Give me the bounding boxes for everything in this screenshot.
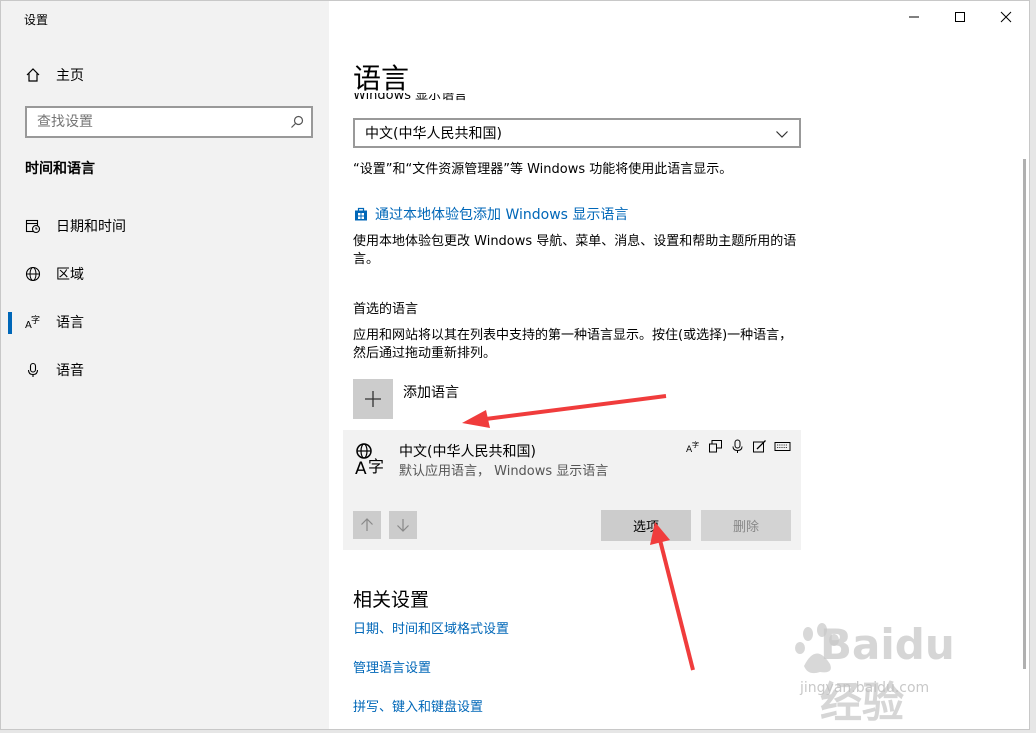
svg-text:字: 字 xyxy=(31,314,40,326)
store-icon xyxy=(355,207,367,221)
sidebar-item-speech[interactable]: 语音 xyxy=(1,350,329,390)
add-language-button[interactable]: 添加语言 xyxy=(353,379,459,419)
language-icon: A 字 xyxy=(25,314,40,330)
sidebar-home[interactable]: 主页 xyxy=(25,65,84,85)
sidebar-item-language[interactable]: A 字 语言 xyxy=(1,302,329,342)
sidebar-item-date-time[interactable]: 日期和时间 xyxy=(1,206,329,246)
display-language-select[interactable]: 中文(中华人民共和国) xyxy=(353,118,801,148)
sidebar-item-label: 语言 xyxy=(56,315,84,331)
page-title: 语言 xyxy=(353,62,410,95)
arrow-up-icon xyxy=(361,518,373,531)
preferred-languages-heading: 首选的语言 xyxy=(353,302,419,317)
speech-feature-icon xyxy=(732,439,743,453)
display-language-feature-icon: A 字 xyxy=(686,440,699,454)
close-button[interactable] xyxy=(983,1,1029,33)
text-to-speech-feature-icon xyxy=(709,440,722,453)
sidebar-item-label: 语音 xyxy=(56,363,84,379)
display-language-value: 中文(中华人民共和国) xyxy=(365,126,502,142)
related-link-date-time-region[interactable]: 日期、时间和区域格式设置 xyxy=(353,618,509,637)
search-icon[interactable] xyxy=(289,114,305,130)
preferred-languages-description: 应用和网站将以其在列表中支持的第一种语言显示。按住(或选择)一种语言，然后通过拖… xyxy=(353,328,793,361)
options-button[interactable]: 选项 xyxy=(601,510,691,541)
move-down-button[interactable] xyxy=(389,511,417,539)
language-card[interactable]: A 字 中文(中华人民共和国) 默认应用语言， Windows 显示语言 A 字 xyxy=(343,430,801,550)
local-experience-description: 使用本地体验包更改 Windows 导航、菜单、消息、设置和帮助主题所用的语言。 xyxy=(353,234,797,267)
language-name: 中文(中华人民共和国) xyxy=(399,444,536,460)
microphone-icon xyxy=(27,362,39,377)
minimize-button[interactable] xyxy=(891,1,937,33)
sidebar-item-label: 日期和时间 xyxy=(56,219,126,235)
arrow-down-icon xyxy=(397,519,409,532)
maximize-button[interactable] xyxy=(937,1,983,33)
svg-text:A: A xyxy=(355,459,367,476)
app-title: 设置 xyxy=(24,13,49,27)
move-up-button[interactable] xyxy=(353,511,381,539)
keyboard-feature-icon xyxy=(774,442,791,451)
home-icon xyxy=(26,68,40,82)
display-language-label: Windows 显示语言 xyxy=(353,93,468,103)
sidebar: 设置 主页 时间和语言 日期和时间 xyxy=(1,1,329,729)
globe-icon xyxy=(25,266,41,282)
window-controls xyxy=(891,1,1029,33)
sidebar-home-label: 主页 xyxy=(56,68,84,84)
watermark-url: jingyan.baidu.com xyxy=(800,680,930,696)
language-feature-icons: A 字 xyxy=(686,439,791,454)
handwriting-feature-icon xyxy=(753,440,766,453)
display-language-description: “设置”和“文件资源管理器”等 Windows 功能将使用此语言显示。 xyxy=(353,162,733,177)
search-box[interactable] xyxy=(25,106,313,138)
sidebar-item-label: 区域 xyxy=(56,267,84,283)
add-display-language-link-label: 通过本地体验包添加 Windows 显示语言 xyxy=(375,207,629,223)
search-input[interactable] xyxy=(37,114,277,130)
chevron-down-icon xyxy=(776,131,788,138)
svg-text:字: 字 xyxy=(692,440,699,449)
add-display-language-link[interactable]: 通过本地体验包添加 Windows 显示语言 xyxy=(353,204,628,224)
related-settings-title: 相关设置 xyxy=(353,589,430,611)
watermark-brand: Baidu经验 xyxy=(820,620,955,727)
language-subtitle: 默认应用语言， Windows 显示语言 xyxy=(399,464,609,479)
close-icon xyxy=(1000,11,1012,23)
maximize-icon xyxy=(955,12,965,22)
language-glyph-icon: A 字 xyxy=(355,443,384,476)
sidebar-section-title: 时间和语言 xyxy=(25,161,95,177)
add-language-label: 添加语言 xyxy=(403,385,459,401)
remove-button[interactable]: 删除 xyxy=(701,510,791,541)
scrollbar[interactable] xyxy=(1023,159,1026,669)
sidebar-item-region[interactable]: 区域 xyxy=(1,254,329,294)
minimize-icon xyxy=(909,16,919,18)
baidu-watermark: Baidu经验 jingyan.baidu.com xyxy=(790,620,990,727)
related-link-language-admin[interactable]: 管理语言设置 xyxy=(353,657,431,676)
plus-icon xyxy=(353,379,393,419)
calendar-clock-icon xyxy=(25,219,41,234)
svg-text:字: 字 xyxy=(368,457,384,476)
related-link-spelling-typing[interactable]: 拼写、键入和键盘设置 xyxy=(353,696,483,715)
